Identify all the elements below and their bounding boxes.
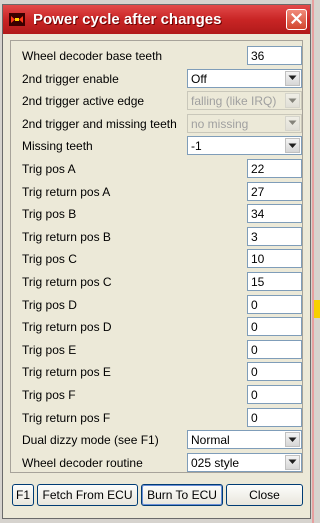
field-row-trig-return-pos-f: Trig return pos F 0 bbox=[11, 407, 302, 430]
background-highlight bbox=[314, 300, 320, 318]
field-label: Trig pos D bbox=[22, 297, 77, 312]
close-icon bbox=[290, 12, 303, 27]
trig-pos-e-input[interactable]: 0 bbox=[247, 339, 302, 359]
field-row-trig-return-pos-d: Trig return pos D 0 bbox=[11, 316, 302, 339]
field-label: Trig pos F bbox=[22, 388, 76, 402]
app-logo-icon bbox=[9, 13, 25, 26]
field-label: Trig return pos C bbox=[22, 275, 112, 289]
close-window-button[interactable] bbox=[286, 9, 307, 30]
chevron-down-icon[interactable] bbox=[285, 138, 300, 154]
trig-pos-f-input[interactable]: 0 bbox=[247, 385, 302, 404]
missing-teeth-select[interactable]: -1 bbox=[187, 136, 302, 156]
field-label: Trig return pos F bbox=[22, 410, 111, 425]
field-row-dual-dizzy-mode-see-f1: Dual dizzy mode (see F1) Normal bbox=[11, 429, 302, 452]
select-value: Off bbox=[191, 71, 207, 86]
close-button[interactable]: Close bbox=[226, 484, 303, 506]
button-bar: F1 Fetch From ECU Burn To ECU Close bbox=[10, 484, 303, 508]
burn-to-ecu-button[interactable]: Burn To ECU bbox=[141, 484, 223, 506]
field-label: Trig pos E bbox=[22, 342, 77, 357]
field-row-wheel-decoder-routine: Wheel decoder routine 025 style bbox=[11, 452, 302, 475]
field-label: 2nd trigger active edge bbox=[22, 94, 145, 109]
chevron-down-icon bbox=[285, 115, 300, 131]
background-window-edge bbox=[312, 0, 314, 523]
chevron-down-icon bbox=[285, 93, 300, 109]
field-label: Trig return pos A bbox=[22, 184, 111, 199]
f1-help-button[interactable]: F1 bbox=[12, 484, 34, 506]
chevron-down-icon[interactable] bbox=[285, 454, 300, 470]
field-label: Trig pos A bbox=[22, 162, 76, 176]
wheel-decoder-routine-select[interactable]: 025 style bbox=[187, 452, 302, 472]
field-label: 2nd trigger and missing teeth bbox=[22, 116, 177, 131]
2nd-trigger-and-missing-teeth-select: no missing bbox=[187, 113, 302, 133]
fetch-from-ecu-button[interactable]: Fetch From ECU bbox=[37, 484, 138, 506]
field-label: Missing teeth bbox=[22, 139, 93, 154]
field-row-2nd-trigger-active-edge: 2nd trigger active edge falling (like IRQ… bbox=[11, 90, 302, 113]
field-row-2nd-trigger-enable: 2nd trigger enable Off bbox=[11, 68, 302, 91]
field-row-trig-return-pos-b: Trig return pos B 3 bbox=[11, 226, 302, 249]
settings-panel: Wheel decoder base teeth 36 2nd trigger en… bbox=[10, 40, 303, 473]
field-row-trig-pos-f: Trig pos F 0 bbox=[11, 384, 302, 407]
trig-pos-b-input[interactable]: 34 bbox=[247, 204, 302, 224]
field-row-trig-return-pos-c: Trig return pos C 15 bbox=[11, 271, 302, 294]
field-label: Trig pos C bbox=[22, 252, 77, 267]
field-row-missing-teeth: Missing teeth -1 bbox=[11, 135, 302, 158]
title-bar[interactable]: Power cycle after changes bbox=[3, 5, 310, 34]
field-row-trig-return-pos-e: Trig return pos E 0 bbox=[11, 361, 302, 384]
field-label: Wheel decoder base teeth bbox=[22, 49, 163, 63]
chevron-down-icon[interactable] bbox=[285, 70, 300, 86]
field-label: Trig return pos D bbox=[22, 320, 112, 335]
trig-return-pos-d-input[interactable]: 0 bbox=[247, 317, 302, 337]
chevron-down-icon[interactable] bbox=[285, 432, 300, 448]
field-row-wheel-decoder-base-teeth: Wheel decoder base teeth 36 bbox=[11, 45, 302, 68]
dual-dizzy-mode-see-f1-select[interactable]: Normal bbox=[187, 430, 302, 450]
field-label: Trig pos B bbox=[22, 207, 77, 222]
2nd-trigger-active-edge-select: falling (like IRQ) bbox=[187, 91, 302, 111]
field-row-2nd-trigger-and-missing-teeth: 2nd trigger and missing teeth no missing bbox=[11, 113, 302, 136]
field-label: Dual dizzy mode (see F1) bbox=[22, 433, 159, 448]
wheel-decoder-base-teeth-input[interactable]: 36 bbox=[247, 46, 302, 65]
field-row-trig-pos-c: Trig pos C 10 bbox=[11, 248, 302, 271]
trig-return-pos-b-input[interactable]: 3 bbox=[247, 226, 302, 246]
field-label: 2nd trigger enable bbox=[22, 71, 119, 86]
field-label: Wheel decoder routine bbox=[22, 455, 143, 470]
trig-return-pos-a-input[interactable]: 27 bbox=[247, 181, 302, 201]
field-label: Trig return pos E bbox=[22, 365, 111, 380]
window-title: Power cycle after changes bbox=[33, 11, 222, 28]
field-row-trig-return-pos-a: Trig return pos A 27 bbox=[11, 181, 302, 204]
select-value: 025 style bbox=[191, 455, 240, 470]
field-row-trig-pos-e: Trig pos E 0 bbox=[11, 339, 302, 362]
select-value: -1 bbox=[191, 139, 202, 154]
field-row-trig-pos-b: Trig pos B 34 bbox=[11, 203, 302, 226]
2nd-trigger-enable-select[interactable]: Off bbox=[187, 68, 302, 88]
field-label: Trig return pos B bbox=[22, 229, 111, 244]
dialog-window: Power cycle after changes Wheel decoder … bbox=[2, 4, 311, 519]
select-value: Normal bbox=[191, 433, 230, 448]
select-value: falling (like IRQ) bbox=[191, 94, 277, 109]
field-row-trig-pos-a: Trig pos A 22 bbox=[11, 158, 302, 181]
trig-pos-a-input[interactable]: 22 bbox=[247, 159, 302, 178]
trig-pos-c-input[interactable]: 10 bbox=[247, 249, 302, 269]
trig-return-pos-e-input[interactable]: 0 bbox=[247, 362, 302, 382]
trig-return-pos-c-input[interactable]: 15 bbox=[247, 272, 302, 291]
select-value: no missing bbox=[191, 116, 249, 131]
trig-return-pos-f-input[interactable]: 0 bbox=[247, 407, 302, 427]
trig-pos-d-input[interactable]: 0 bbox=[247, 294, 302, 314]
field-row-trig-pos-d: Trig pos D 0 bbox=[11, 294, 302, 317]
